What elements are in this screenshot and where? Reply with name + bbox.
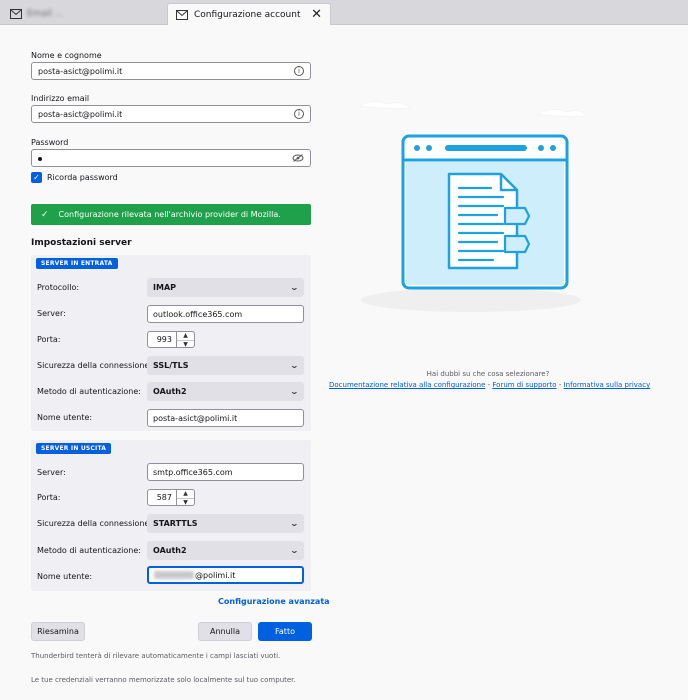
outgoing-username-value: @polimi.it [195,570,236,580]
incoming-server-input[interactable]: outlook.office365.com [147,305,304,323]
incoming-security-value: SSL/TLS [153,361,189,370]
incoming-auth-select[interactable]: OAuth2 ⌄ [147,382,304,401]
info-icon: i [294,66,304,76]
incoming-username-input[interactable]: posta-asict@polimi.it [147,409,304,427]
outgoing-security-value: STARTTLS [153,519,198,528]
redacted-username [154,571,194,579]
incoming-badge: SERVER IN ENTRATA [36,258,118,269]
chevron-down-icon: ⌄ [289,387,300,396]
protocol-value: IMAP [153,283,176,292]
server-label: Server: [37,309,66,318]
outgoing-port-value: 587 [147,489,177,506]
outgoing-auth-select[interactable]: OAuth2 ⌄ [147,541,304,560]
port-label: Porta: [37,493,61,502]
advanced-config-link[interactable]: Configurazione avanzata [218,597,330,606]
tab-label: Email ... [27,9,64,19]
tab-account-setup[interactable]: Configurazione account ✕ [167,3,331,25]
incoming-security-select[interactable]: SSL/TLS ⌄ [147,356,304,375]
notice-text: Configurazione rilevata nell'archivio pr… [58,210,281,219]
help-links: Documentazione relativa alla configurazi… [329,381,650,389]
envelope-icon [176,9,188,20]
outgoing-port-stepper[interactable]: 587 ▲ ▼ [147,489,195,506]
stepper-down-icon[interactable]: ▼ [177,341,194,349]
server-settings-title: Impostazioni server [31,238,132,248]
stepper-up-icon[interactable]: ▲ [177,490,194,499]
cancel-button[interactable]: Annulla [198,622,252,641]
checkmark-icon: ✓ [41,209,49,220]
envelope-icon [10,9,22,19]
stepper-down-icon[interactable]: ▼ [177,499,194,507]
incoming-server-panel: SERVER IN ENTRATA Protocollo: IMAP ⌄ Ser… [31,255,311,431]
config-found-notice: ✓ Configurazione rilevata nell'archivio … [31,204,311,225]
chevron-down-icon: ⌄ [289,361,300,370]
outgoing-username-input[interactable]: @polimi.it [147,566,304,584]
incoming-username-value: posta-asict@polimi.it [153,413,238,423]
port-label: Porta: [37,335,61,344]
document-config-illustration [358,101,588,312]
incoming-port-value: 993 [147,331,177,348]
auth-label: Metodo di autenticazione: [37,546,141,555]
tab-label: Configurazione account [194,9,301,20]
email-value: posta-asict@polimi.it [38,109,123,119]
local-storage-note: Le tue credenziali verranno memorizzate … [31,676,296,684]
email-label: Indirizzo email [31,94,90,103]
close-icon[interactable]: ✕ [311,8,322,21]
outgoing-server-panel: SERVER IN USCITA Server: smtp.office365.… [31,440,311,591]
tab-strip: Email ... Configurazione account ✕ [0,0,688,25]
done-button[interactable]: Fatto [258,622,312,641]
security-label: Sicurezza della connessione: [37,361,153,370]
username-label: Nome utente: [37,572,93,581]
outgoing-badge: SERVER IN USCITA [36,443,112,454]
email-field[interactable]: posta-asict@polimi.it i [31,105,311,123]
outgoing-server-value: smtp.office365.com [153,467,233,477]
eye-slash-icon[interactable] [292,154,304,162]
info-icon: i [294,109,304,119]
tab-email[interactable]: Email ... [2,3,164,25]
outgoing-auth-value: OAuth2 [153,546,187,555]
chevron-down-icon: ⌄ [289,283,300,292]
password-field[interactable] [31,149,311,167]
incoming-port-stepper[interactable]: 993 ▲ ▼ [147,331,195,348]
chevron-down-icon: ⌄ [289,519,300,528]
checkbox-checked-icon[interactable]: ✓ [31,172,42,183]
help-question: Hai dubbi su che cosa selezionare? [426,370,550,378]
outgoing-server-input[interactable]: smtp.office365.com [147,463,304,481]
retest-button[interactable]: Riesamina [31,622,85,641]
password-mask [38,156,42,161]
security-label: Sicurezza della connessione: [37,519,153,528]
server-label: Server: [37,468,66,477]
remember-password[interactable]: ✓ Ricorda password [31,172,118,183]
support-forum-link[interactable]: Forum di supporto [492,381,556,389]
autodetect-note: Thunderbird tenterà di rilevare automati… [31,652,281,660]
outgoing-security-select[interactable]: STARTTLS ⌄ [147,514,304,533]
password-label: Password [31,138,69,147]
remember-label: Ricorda password [47,173,118,182]
incoming-server-value: outlook.office365.com [153,309,243,319]
name-label: Nome e cognome [31,51,102,60]
protocol-select[interactable]: IMAP ⌄ [147,278,304,297]
username-label: Nome utente: [37,413,93,422]
config-docs-link[interactable]: Documentazione relativa alla configurazi… [329,381,485,389]
link-separator: - [556,381,564,389]
privacy-policy-link[interactable]: Informativa sulla privacy [564,381,651,389]
name-value: posta-asict@polimi.it [38,66,123,76]
name-field[interactable]: posta-asict@polimi.it i [31,62,311,80]
chevron-down-icon: ⌄ [289,546,300,555]
auth-label: Metodo di autenticazione: [37,387,141,396]
stepper-up-icon[interactable]: ▲ [177,332,194,341]
incoming-auth-value: OAuth2 [153,387,187,396]
protocol-label: Protocollo: [37,283,80,292]
